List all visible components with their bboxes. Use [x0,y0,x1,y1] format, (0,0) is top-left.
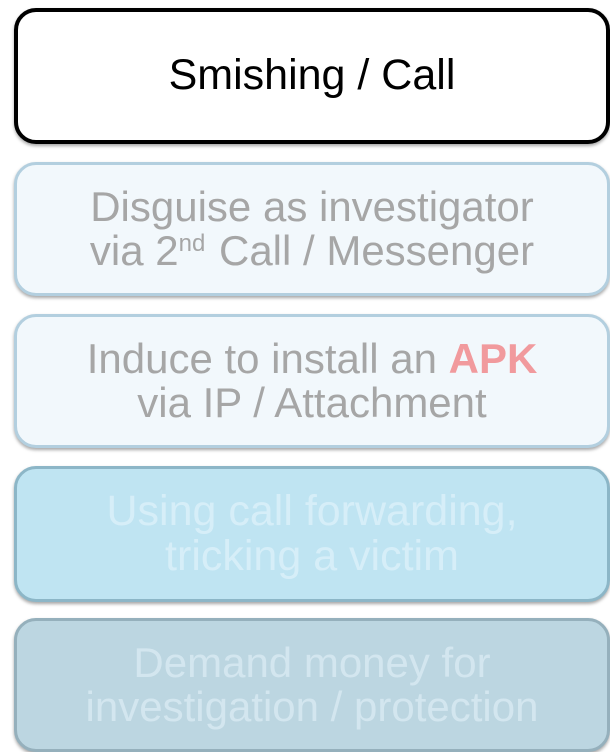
step-demand-money: Demand money for investigation / protect… [14,618,610,752]
step-2-line-1: Disguise as investigator [90,182,534,230]
step-disguise-investigator: Disguise as investigator via 2nd Call / … [14,162,610,296]
step-3-line-1-pre: Induce to install an [86,334,449,382]
step-3-line-1: Induce to install an APK [86,334,538,382]
step-5-line-1: Demand money for [133,638,491,686]
apk-highlight: APK [448,334,538,382]
step-1-label: Smishing / Call [168,51,456,100]
ordinal-suffix: nd [178,230,206,257]
step-3-line-2: via IP / Attachment [137,379,487,426]
step-smishing-call: Smishing / Call [14,8,610,144]
step-4-line-2: tricking a victim [165,532,459,580]
phishing-flow-diagram: Smishing / Call Disguise as investigator… [0,0,610,752]
step-4-line-1: Using call forwarding, [106,486,518,535]
step-2-line-2: via 2nd Call / Messenger [89,227,535,274]
step-2-line-2-post: Call / Messenger [207,227,535,274]
step-5-line-2: investigation / protection [85,683,539,730]
step-install-apk: Induce to install an APK via IP / Attach… [14,314,610,448]
step-2-line-2-pre: via 2 [89,227,179,274]
step-call-forwarding: Using call forwarding, tricking a victim [14,466,610,602]
